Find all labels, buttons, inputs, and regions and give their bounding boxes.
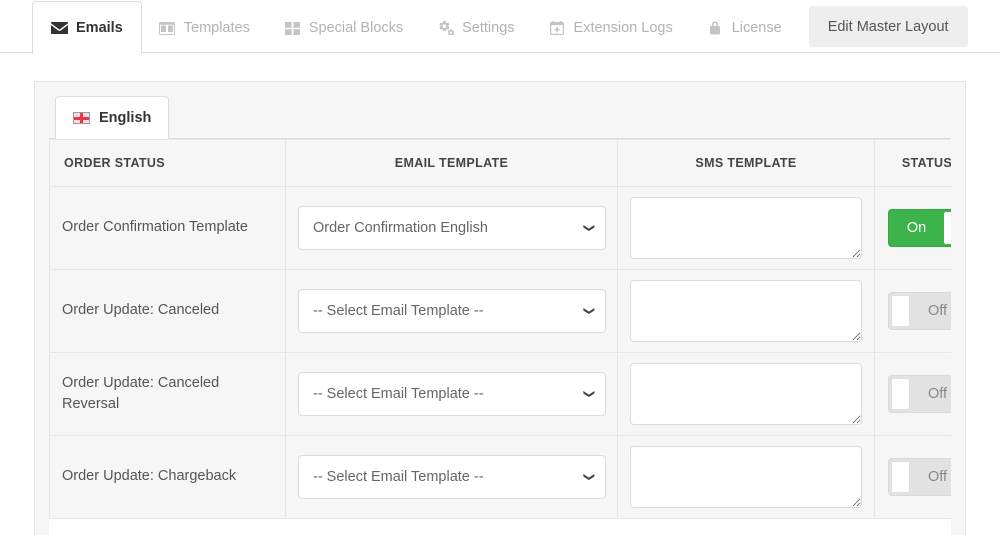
table-row: Order Update: Canceled Reversal -- Select… xyxy=(49,352,951,436)
column-header-email-template: EMAIL TEMPLATE xyxy=(285,139,618,187)
status-toggle-knob xyxy=(891,378,910,410)
order-status-label: Order Update: Canceled Reversal xyxy=(49,352,286,436)
tab-extension-logs-label: Extension Logs xyxy=(573,20,673,36)
table-row: Order Update: Canceled -- Select Email Te… xyxy=(49,269,951,353)
email-template-select[interactable]: -- Select Email Template -- xyxy=(298,372,606,416)
email-template-cell: -- Select Email Template -- ❯ xyxy=(285,352,618,436)
email-template-cell: -- Select Email Template -- ❯ xyxy=(285,269,618,353)
tab-settings[interactable]: Settings xyxy=(420,1,531,54)
email-template-select[interactable]: -- Select Email Template -- xyxy=(298,455,606,499)
tab-templates-label: Templates xyxy=(183,20,250,36)
edit-master-layout-button[interactable]: Edit Master Layout xyxy=(808,6,968,47)
status-toggle-cell: Off xyxy=(874,435,951,519)
table-row: Order Confirmation Template Order Confirm… xyxy=(49,186,951,270)
tab-emails[interactable]: Emails xyxy=(32,1,142,54)
status-toggle-cell: Off xyxy=(874,352,951,436)
uk-flag-icon xyxy=(73,111,90,124)
tab-settings-label: Settings xyxy=(462,20,515,36)
status-toggle-label: On xyxy=(906,220,927,236)
sms-template-textarea[interactable] xyxy=(630,280,862,342)
column-header-order-status: ORDER STATUS xyxy=(49,139,286,187)
sms-template-textarea[interactable] xyxy=(630,446,862,508)
status-toggle-label: Off xyxy=(927,386,948,402)
status-toggle[interactable]: Off xyxy=(888,375,951,413)
email-template-cell: -- Select Email Template -- ❯ xyxy=(285,435,618,519)
order-status-label: Order Confirmation Template xyxy=(49,186,286,270)
window-maximize-icon xyxy=(159,21,176,36)
status-toggle-label: Off xyxy=(927,469,948,485)
tab-special-blocks[interactable]: Special Blocks xyxy=(267,1,420,54)
email-template-select[interactable]: Order Confirmation English xyxy=(298,206,606,250)
sms-template-textarea[interactable] xyxy=(630,197,862,259)
tab-extension-logs[interactable]: Extension Logs xyxy=(532,1,690,54)
language-tab-english-label: English xyxy=(99,109,152,126)
sms-template-cell xyxy=(617,435,875,519)
tab-license-label: License xyxy=(731,20,782,36)
sms-template-textarea[interactable] xyxy=(630,363,862,425)
top-navigation-bar: Emails Templates Special Blocks Settings xyxy=(0,0,1000,54)
status-toggle-cell: Off xyxy=(874,269,951,353)
cogs-icon xyxy=(437,21,455,36)
status-toggle-label: Off xyxy=(927,303,948,319)
order-status-label: Order Update: Chargeback xyxy=(49,435,286,519)
tab-templates[interactable]: Templates xyxy=(142,1,267,54)
table-body: Order Confirmation Template Order Confirm… xyxy=(49,186,951,519)
email-template-cell: Order Confirmation English ❯ xyxy=(285,186,618,270)
status-toggle[interactable]: Off xyxy=(888,292,951,330)
table-header-row: ORDER STATUS EMAIL TEMPLATE SMS TEMPLATE… xyxy=(49,139,951,187)
order-status-label: Order Update: Canceled xyxy=(49,269,286,353)
tab-license[interactable]: License xyxy=(690,1,799,54)
th-large-icon xyxy=(284,21,301,36)
language-tab-list: English xyxy=(49,96,951,139)
email-templates-table: ORDER STATUS EMAIL TEMPLATE SMS TEMPLATE… xyxy=(49,139,951,519)
email-template-select[interactable]: -- Select Email Template -- xyxy=(298,289,606,333)
status-toggle-knob xyxy=(891,295,910,327)
status-toggle-knob xyxy=(944,212,951,244)
sms-template-cell xyxy=(617,186,875,270)
tab-special-blocks-label: Special Blocks xyxy=(308,20,404,36)
envelope-icon xyxy=(51,21,68,36)
table-row: Order Update: Chargeback -- Select Email … xyxy=(49,435,951,519)
sms-template-cell xyxy=(617,352,875,436)
status-toggle[interactable]: Off xyxy=(888,458,951,496)
emails-panel: English ORDER STATUS EMAIL TEMPLATE SMS … xyxy=(34,81,966,535)
lock-icon xyxy=(707,21,724,36)
calendar-plus-icon xyxy=(549,21,566,36)
email-templates-table-scroll[interactable]: ORDER STATUS EMAIL TEMPLATE SMS TEMPLATE… xyxy=(49,139,951,535)
status-toggle-knob xyxy=(891,461,910,493)
column-header-sms-template: SMS TEMPLATE xyxy=(617,139,875,187)
status-toggle[interactable]: On xyxy=(888,209,951,247)
nav-tab-list: Emails Templates Special Blocks Settings xyxy=(32,0,1000,54)
language-tab-english[interactable]: English xyxy=(55,96,170,139)
tab-emails-label: Emails xyxy=(76,20,123,36)
column-header-status: STATUS xyxy=(874,139,951,187)
status-toggle-cell: On xyxy=(874,186,951,270)
sms-template-cell xyxy=(617,269,875,353)
